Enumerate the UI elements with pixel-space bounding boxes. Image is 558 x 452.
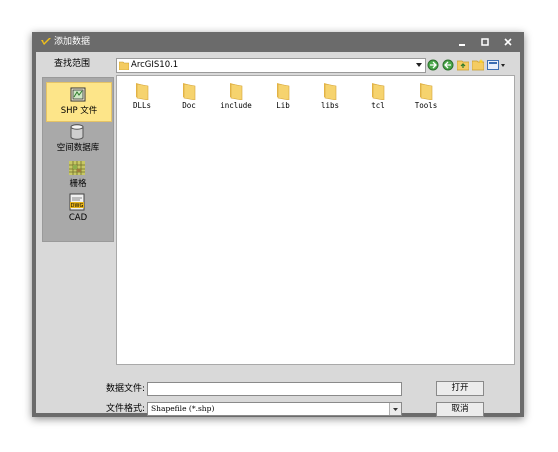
sidebar-item-label: 栅格 [69, 179, 87, 189]
folder-icon [230, 83, 243, 100]
dialog-body: 查找范围 SHP 文件 空间数据库 栅格 DWG CAD ArcGIS10.1 … [36, 52, 520, 417]
globe-back-icon[interactable] [442, 59, 454, 71]
list-item[interactable]: include [216, 82, 256, 111]
file-name: DLLs [132, 101, 152, 110]
folder-icon [420, 83, 433, 100]
app-logo-icon [41, 38, 51, 45]
file-format-select[interactable]: Shapefile (*.shp) [147, 402, 402, 416]
sidebar-item-shp[interactable]: SHP 文件 [46, 82, 112, 122]
format-dropdown-button[interactable] [389, 403, 401, 415]
title-bar[interactable]: 添加数据 [32, 32, 524, 52]
file-name: tcl [371, 101, 385, 110]
location-combobox[interactable]: ArcGIS10.1 [116, 58, 426, 73]
sidebar-item-label: SHP 文件 [60, 106, 98, 116]
open-button[interactable]: 打开 [436, 381, 484, 396]
dwg-cad-icon: DWG [69, 193, 85, 211]
sidebar-item-raster[interactable]: 栅格 [46, 156, 110, 194]
data-file-input[interactable] [147, 382, 402, 396]
raster-grid-icon [69, 161, 85, 175]
globe-forward-icon[interactable] [427, 59, 439, 71]
list-item[interactable]: Doc [169, 82, 209, 111]
look-in-label: 查找范围 [54, 59, 91, 69]
up-folder-icon[interactable] [457, 59, 469, 71]
list-item[interactable]: tcl [358, 82, 398, 111]
chevron-down-icon[interactable] [415, 61, 423, 69]
folder-icon [183, 83, 196, 100]
sidebar-item-label: 空间数据库 [56, 143, 100, 153]
sidebar-item-cad[interactable]: DWG CAD [46, 190, 110, 228]
file-name: include [220, 101, 252, 110]
maximize-button[interactable] [475, 34, 495, 50]
cancel-button[interactable]: 取消 [436, 402, 484, 417]
window-title: 添加数据 [54, 37, 91, 47]
file-list[interactable]: DLLs Doc include Lib libs tcl Tools [116, 75, 515, 365]
file-name: Lib [276, 101, 290, 110]
list-item[interactable]: libs [310, 82, 350, 111]
close-button[interactable] [498, 34, 518, 50]
database-icon [70, 124, 84, 140]
sidebar-item-geodatabase[interactable]: 空间数据库 [46, 120, 110, 158]
folder-icon [372, 83, 385, 100]
new-folder-icon[interactable] [472, 59, 484, 71]
file-format-label: 文件格式: [106, 404, 146, 414]
file-name: Tools [414, 101, 438, 110]
folder-icon [324, 83, 337, 100]
file-name: Doc [182, 101, 196, 110]
folder-icon [277, 83, 290, 100]
data-file-label: 数据文件: [106, 384, 146, 394]
list-item[interactable]: Tools [406, 82, 446, 111]
svg-text:DWG: DWG [71, 203, 84, 209]
minimize-button[interactable] [452, 34, 472, 50]
list-item[interactable]: Lib [263, 82, 303, 111]
file-name: libs [320, 101, 340, 110]
add-data-dialog: 添加数据 查找范围 SHP 文件 空间数据库 栅格 DWG CAD ArcGIS… [32, 32, 524, 417]
places-sidebar: SHP 文件 空间数据库 栅格 DWG CAD [42, 77, 114, 242]
view-menu-icon[interactable] [487, 59, 507, 71]
chevron-down-icon [393, 408, 398, 411]
list-item[interactable]: DLLs [122, 82, 162, 111]
folder-icon [119, 61, 129, 70]
file-format-value: Shapefile (*.shp) [151, 404, 215, 413]
folder-icon [136, 83, 149, 100]
location-path: ArcGIS10.1 [131, 60, 179, 70]
shp-file-icon [70, 87, 86, 102]
sidebar-item-label: CAD [68, 213, 88, 223]
